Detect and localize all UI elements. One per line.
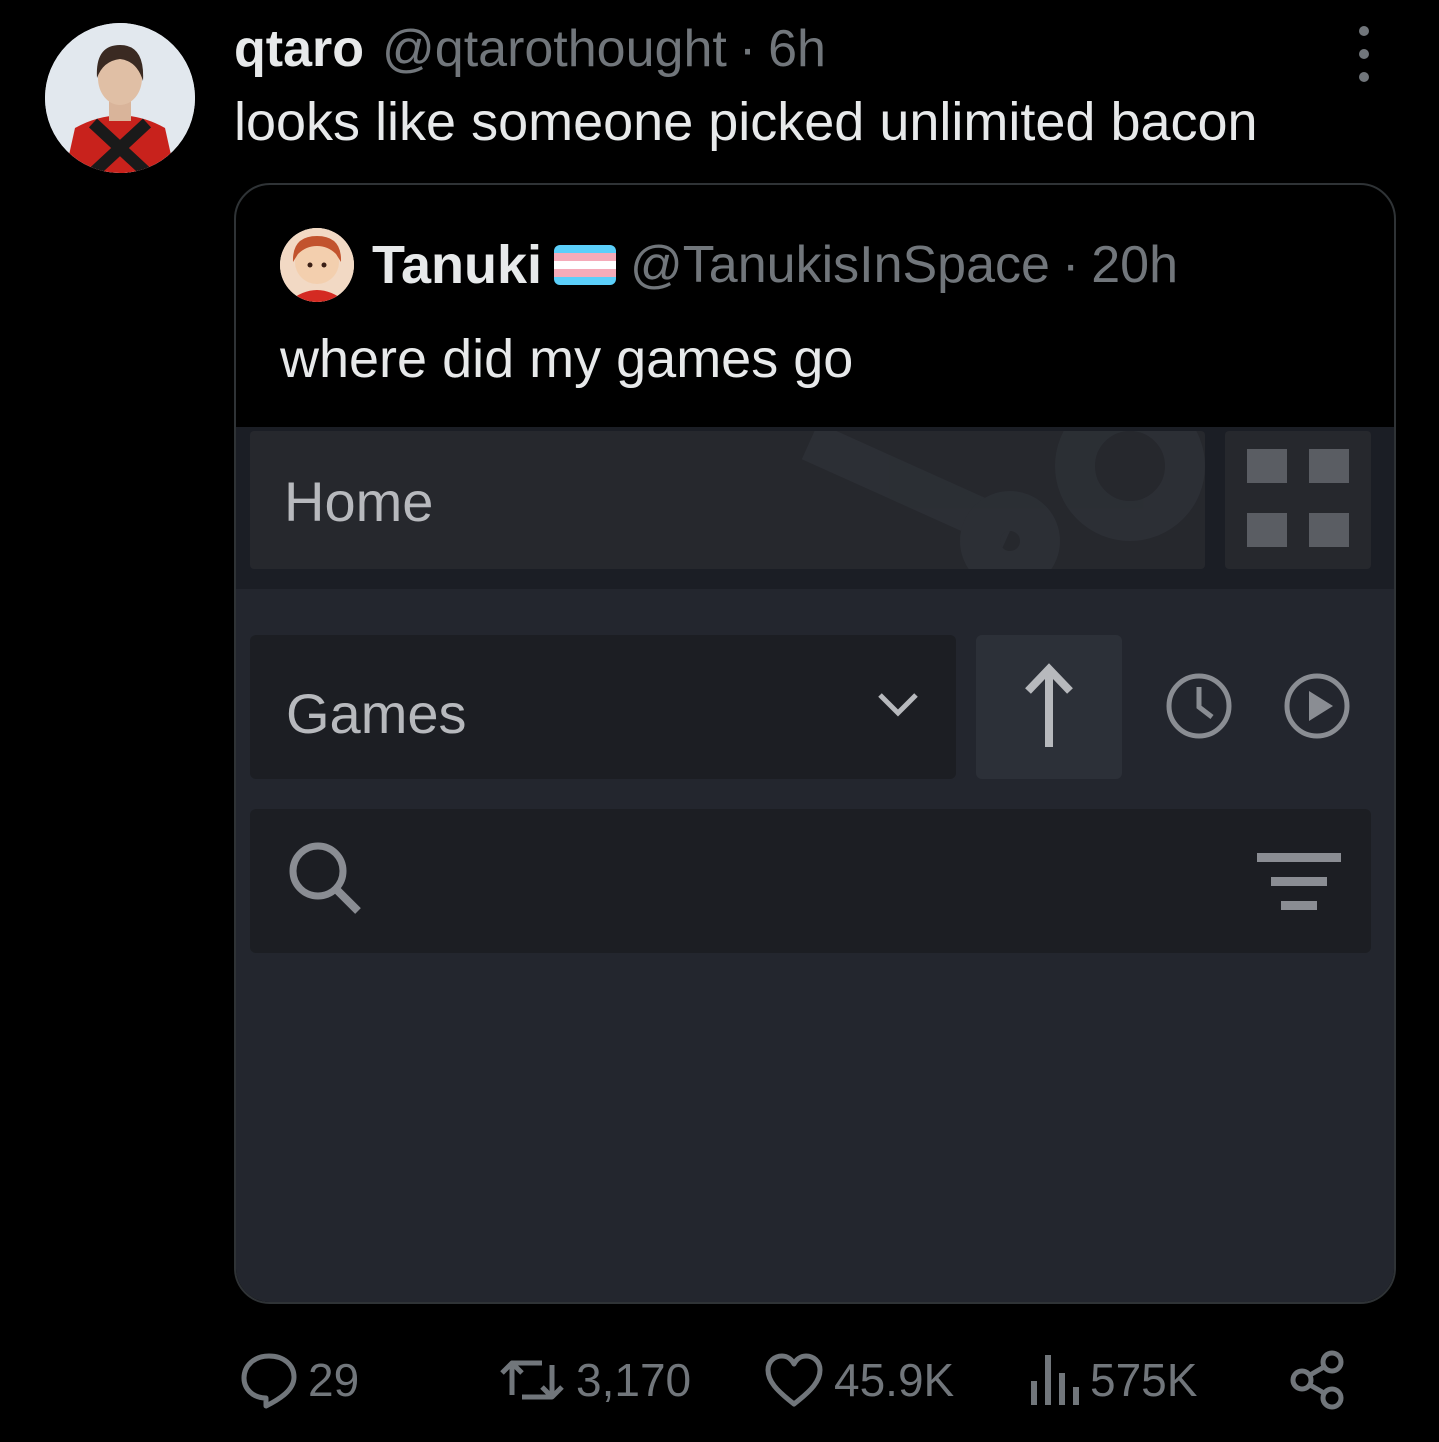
quoted-tweet-card[interactable]: Tanuki @TanukisInSpace · 20h where did m… [234,183,1396,1304]
chevron-down-icon [878,693,918,717]
reply-button[interactable]: 29 [240,1340,359,1420]
tweet-header: qtaro @qtarothought · 6h [234,16,826,82]
tweet-text: looks like someone picked unlimited baco… [234,92,1258,152]
views-button[interactable]: 575K [1028,1340,1197,1420]
sort-up-arrow-icon [976,635,1122,779]
share-button[interactable] [1288,1340,1346,1420]
tweet-timestamp[interactable]: 6h [768,19,826,79]
quoted-timestamp: 20h [1091,236,1179,294]
play-icon [1284,673,1350,739]
collection-dropdown: Games [250,635,956,779]
views-icon [1031,1355,1079,1405]
author-handle[interactable]: @qtarothought [382,19,727,79]
home-label: Home [284,470,434,533]
tweet-action-bar: 29 3,170 45.9K 575K [0,1340,1439,1420]
home-bar: Home [250,431,1205,569]
author-display-name[interactable]: qtaro [234,19,364,79]
retweet-button[interactable]: 3,170 [498,1340,691,1420]
more-icon[interactable] [1342,26,1386,82]
reply-count: 29 [308,1354,360,1406]
reply-icon [241,1353,297,1409]
quoted-tweet-header: Tanuki @TanukisInSpace · 20h [280,228,1179,302]
retweet-icon [500,1360,564,1400]
like-count: 45.9K [834,1354,955,1406]
quoted-handle: @TanukisInSpace [630,236,1050,294]
search-bar [250,809,1371,953]
quoted-author-avatar [280,228,354,302]
quoted-tweet-text: where did my games go [280,329,854,389]
separator: · [1061,236,1080,294]
trans-flag-icon [554,245,617,285]
grid-view-icon [1225,431,1371,569]
separator: · [738,20,757,78]
clock-icon [1166,673,1232,739]
quoted-display-name: Tanuki [372,235,543,295]
share-icon [1290,1350,1344,1410]
collection-label: Games [286,682,467,745]
view-count: 575K [1090,1354,1198,1406]
filter-icon [1257,853,1341,910]
author-avatar[interactable] [45,23,195,173]
like-button[interactable]: 45.9K [764,1340,954,1420]
steam-library-screenshot[interactable]: Home Games [236,427,1394,1302]
search-icon [289,842,361,914]
like-icon [765,1353,823,1407]
retweet-count: 3,170 [576,1354,692,1406]
